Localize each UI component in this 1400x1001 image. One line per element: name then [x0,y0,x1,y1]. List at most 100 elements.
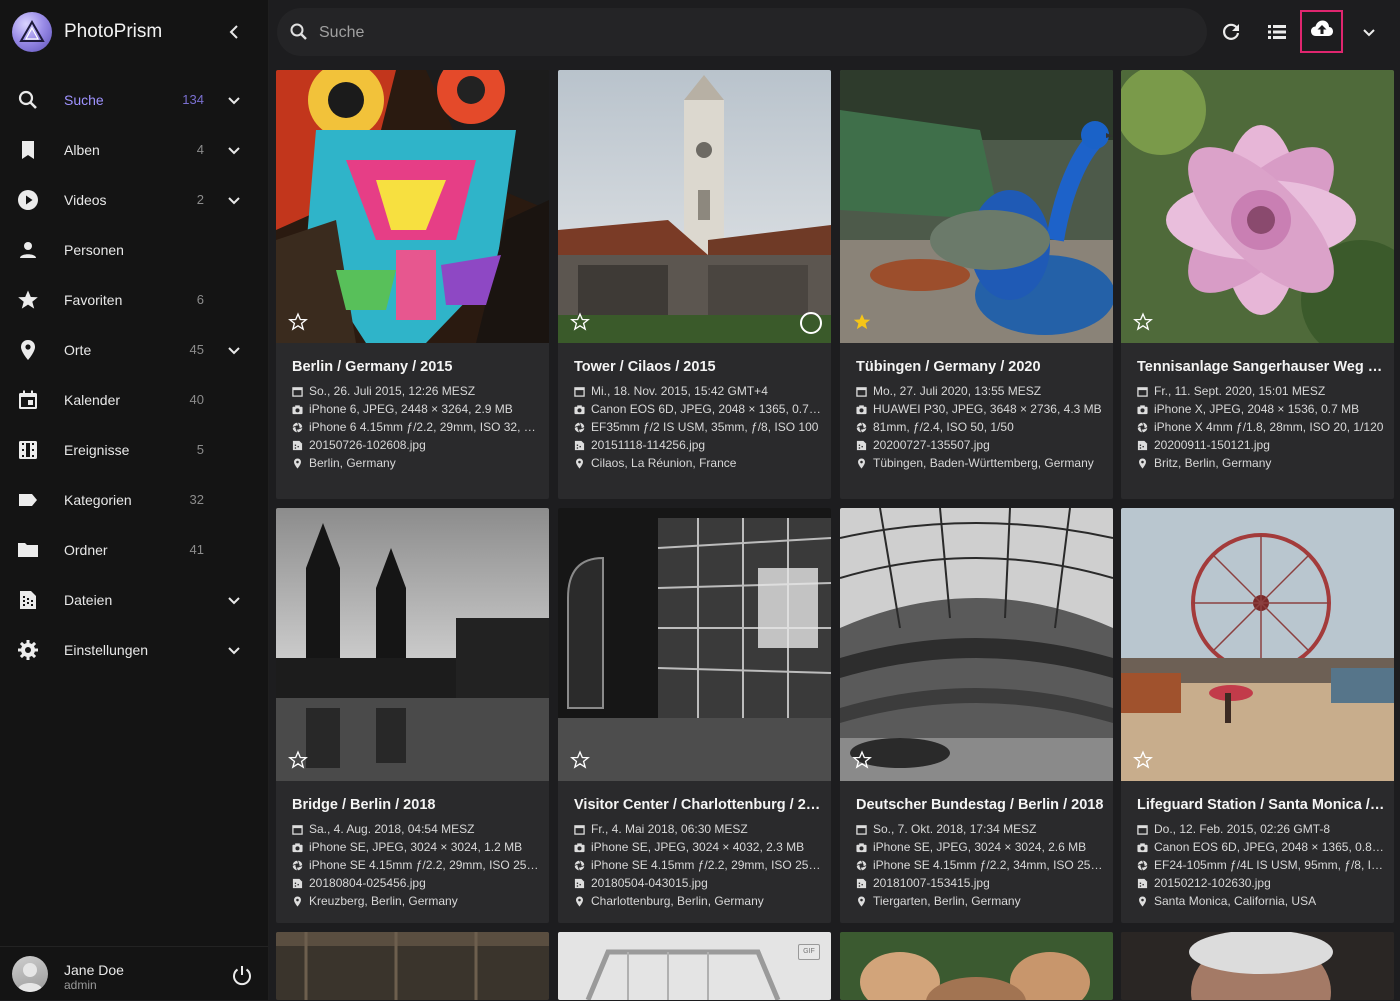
photo-location[interactable]: Tübingen, Baden-Württemberg, Germany [873,456,1104,470]
photo-card[interactable]: Berlin / Germany / 2015 So., 26. Juli 20… [276,70,549,499]
photoprism-logo-icon[interactable] [12,12,52,52]
photo-thumbnail[interactable] [1121,932,1394,1000]
calendar-icon [574,824,585,835]
photo-location[interactable]: Kreuzberg, Berlin, Germany [309,894,540,908]
sidebar-item-albums[interactable]: Alben 4 [0,125,268,175]
chevron-down-icon[interactable] [222,188,246,212]
upload-button[interactable] [1300,10,1343,53]
sidebar-item-videos[interactable]: Videos 2 [0,175,268,225]
photo-thumbnail[interactable] [276,70,549,343]
photo-title[interactable]: Bridge / Berlin / 2018 [292,797,540,813]
photo-card[interactable] [1121,932,1394,1000]
sidebar-item-label: Favoriten [64,292,123,308]
favorite-star-icon[interactable] [852,750,872,770]
aperture-icon [574,860,585,871]
photo-thumbnail[interactable] [840,70,1113,343]
cloud-upload-icon [1309,16,1335,47]
chevron-down-icon[interactable] [222,588,246,612]
photo-title[interactable]: Tübingen / Germany / 2020 [856,359,1104,375]
photo-card[interactable]: Tübingen / Germany / 2020 Mo., 27. Juli … [840,70,1113,499]
photo-location[interactable]: Tiergarten, Berlin, Germany [873,894,1104,908]
search-bar[interactable] [277,8,1207,56]
sidebar-item-moments[interactable]: Ereignisse 5 [0,425,268,475]
photo-location[interactable]: Cilaos, La Réunion, France [591,456,822,470]
sidebar-item-count: 4 [196,142,204,157]
photo-title[interactable]: Tennisanlage Sangerhauser Weg / Berlin [1137,359,1385,375]
file-icon [292,440,303,451]
favorite-star-icon[interactable] [570,750,590,770]
photo-card[interactable]: Visitor Center / Charlottenburg / 2018 F… [558,508,831,923]
photo-thumbnail[interactable] [276,508,549,781]
sidebar-item-favorites[interactable]: Favoriten 6 [0,275,268,325]
bookmark-icon [16,138,40,162]
photo-location[interactable]: Santa Monica, California, USA [1154,894,1385,908]
sidebar-item-search[interactable]: Suche 134 [0,75,268,125]
photo-title[interactable]: Visitor Center / Charlottenburg / 2018 [574,797,822,813]
chevron-down-icon[interactable] [1357,20,1381,44]
photo-card[interactable]: Bridge / Berlin / 2018 Sa., 4. Aug. 2018… [276,508,549,923]
calendar-icon [292,824,303,835]
photo-location[interactable]: Britz, Berlin, Germany [1154,456,1385,470]
select-checkbox[interactable] [800,312,822,334]
favorite-star-icon[interactable] [1133,312,1153,332]
sidebar-item-settings[interactable]: Einstellungen [0,625,268,675]
view-list-icon[interactable] [1265,20,1289,44]
sidebar-item-folders[interactable]: Ordner 41 [0,525,268,575]
photo-title[interactable]: Deutscher Bundestag / Berlin / 2018 [856,797,1104,813]
photo-title[interactable]: Tower / Cilaos / 2015 [574,359,822,375]
file-icon [574,878,585,889]
refresh-icon[interactable] [1219,20,1243,44]
photo-card[interactable]: Tower / Cilaos / 2015 Mi., 18. Nov. 2015… [558,70,831,499]
favorite-star-icon[interactable] [1133,750,1153,770]
sidebar-item-people[interactable]: Personen [0,225,268,275]
photo-title[interactable]: Lifeguard Station / Santa Monica / 2015 [1137,797,1385,813]
favorite-star-icon[interactable] [852,312,872,332]
photo-card[interactable] [840,932,1113,1000]
map-marker-icon [574,458,585,469]
favorite-star-icon[interactable] [288,312,308,332]
photo-thumbnail[interactable] [840,932,1113,1000]
sidebar-item-label: Orte [64,342,92,358]
aperture-icon [292,422,303,433]
collapse-sidebar-icon[interactable] [222,20,246,44]
photo-filename: 20200727-135507.jpg [873,438,990,452]
favorite-star-icon[interactable] [288,750,308,770]
chevron-down-icon[interactable] [222,138,246,162]
power-icon[interactable] [230,963,254,987]
map-marker-icon [1137,896,1148,907]
photo-title[interactable]: Berlin / Germany / 2015 [292,359,540,375]
photo-lens: iPhone X 4mm ƒ/1.8, 28mm, ISO 20, 1/120 [1154,420,1384,434]
chevron-down-icon[interactable] [222,338,246,362]
photo-thumbnail[interactable] [558,508,831,781]
sidebar-item-calendar[interactable]: Kalender 40 [0,375,268,425]
photo-date: Mi., 18. Nov. 2015, 15:42 GMT+4 [591,384,768,398]
avatar[interactable] [12,956,48,992]
photo-card[interactable]: Lifeguard Station / Santa Monica / 2015 … [1121,508,1394,923]
search-input[interactable] [317,18,921,48]
photo-thumbnail[interactable] [558,70,831,343]
sidebar-item-places[interactable]: Orte 45 [0,325,268,375]
photo-lens: iPhone SE 4.15mm ƒ/2.2, 29mm, ISO 25, 1/… [309,858,540,872]
photo-thumbnail[interactable] [558,932,831,1000]
sidebar-item-files[interactable]: Dateien [0,575,268,625]
photo-card[interactable]: Tennisanlage Sangerhauser Weg / Berlin F… [1121,70,1394,499]
favorite-star-icon[interactable] [570,312,590,332]
photo-card[interactable] [276,932,549,1000]
user-account[interactable]: Jane Doe admin [0,946,268,1001]
sidebar-item-count: 5 [196,442,204,457]
chevron-down-icon[interactable] [222,88,246,112]
sidebar-item-labels[interactable]: Kategorien 32 [0,475,268,525]
photo-location[interactable]: Charlottenburg, Berlin, Germany [591,894,822,908]
chevron-down-icon[interactable] [222,638,246,662]
photo-thumbnail[interactable] [1121,70,1394,360]
photo-thumbnail[interactable] [1121,508,1394,781]
photo-thumbnail[interactable] [840,508,1113,781]
photo-card[interactable]: GIF [558,932,831,1000]
aperture-icon [856,860,867,871]
photo-lens: EF24-105mm ƒ/4L IS USM, 95mm, ƒ/8, ISO 1… [1154,858,1385,872]
photo-thumbnail[interactable] [276,932,549,1000]
photo-location[interactable]: Berlin, Germany [309,456,540,470]
map-marker-icon [856,896,867,907]
photo-card[interactable]: Deutscher Bundestag / Berlin / 2018 So.,… [840,508,1113,923]
sidebar-item-label: Alben [64,142,100,158]
